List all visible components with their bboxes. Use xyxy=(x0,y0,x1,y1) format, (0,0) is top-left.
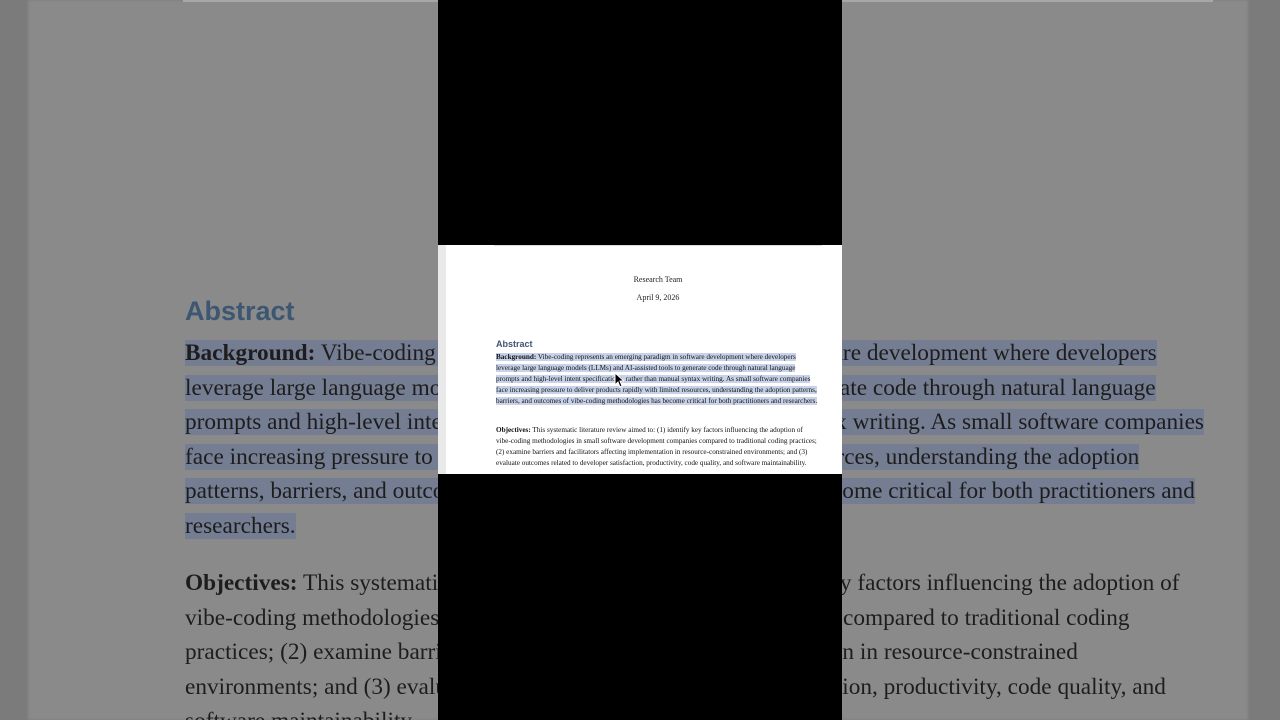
background-abstract-heading: Abstract xyxy=(185,296,295,326)
abstract-heading: Abstract xyxy=(496,339,533,349)
background-paragraph-text[interactable]: Background: Vibe-coding represents an em… xyxy=(496,352,818,407)
document-date: April 9, 2026 xyxy=(636,293,680,302)
document-page[interactable]: Research Team April 9, 2026 Abstract Bac… xyxy=(438,245,842,474)
text-selection[interactable]: Background: Vibe-coding represents an em… xyxy=(496,353,818,406)
background-label: Background: xyxy=(496,353,537,361)
page-top-edge xyxy=(494,245,822,246)
objectives-label: Objectives: xyxy=(496,426,531,434)
background-text: Vibe-coding represents an emerging parad… xyxy=(496,353,818,406)
background-label: Background: xyxy=(185,340,316,366)
video-frame: Research Team April 9, 2026 Abstract Bac… xyxy=(438,0,842,720)
background-objectives-label: Objectives: xyxy=(185,570,298,596)
mouse-pointer-icon xyxy=(614,372,624,388)
objectives-text: This systematic literature review aimed … xyxy=(496,426,817,468)
objectives-paragraph[interactable]: Objectives: This systematic literature r… xyxy=(496,425,818,469)
document-author: Research Team xyxy=(633,275,683,284)
